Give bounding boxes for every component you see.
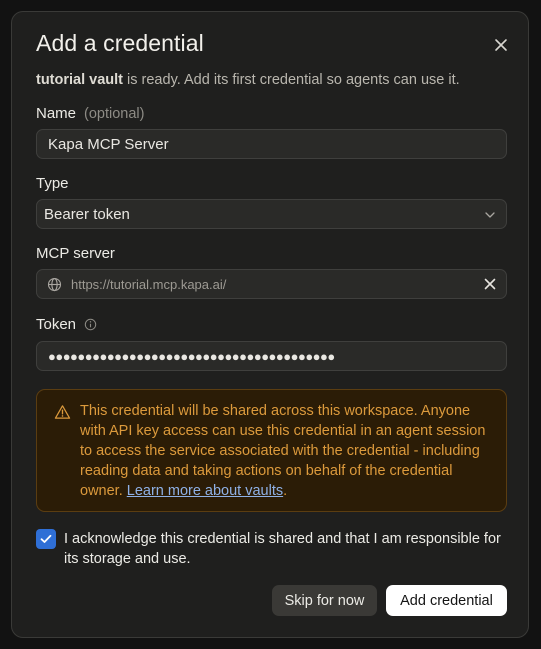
- token-masked-value: ●●●●●●●●●●●●●●●●●●●●●●●●●●●●●●●●●●●●●●●: [48, 348, 335, 364]
- learn-more-link[interactable]: Learn more about vaults: [127, 483, 283, 499]
- warning-text: This credential will be shared across th…: [80, 401, 498, 501]
- close-icon[interactable]: [490, 34, 512, 56]
- mcp-server-value: https://tutorial.mcp.kapa.ai/: [71, 276, 227, 292]
- clear-icon[interactable]: [483, 277, 497, 291]
- shared-credential-warning: This credential will be shared across th…: [36, 389, 507, 512]
- warning-suffix: .: [283, 483, 288, 499]
- info-icon[interactable]: [84, 318, 97, 331]
- name-label: Name: [36, 105, 77, 122]
- vault-name: tutorial vault: [36, 72, 124, 88]
- dialog-title: Add a credential: [36, 30, 204, 56]
- acknowledge-checkbox[interactable]: [36, 529, 56, 549]
- type-label: Type: [36, 175, 69, 192]
- optional-hint: (optional): [84, 105, 145, 122]
- token-input[interactable]: ●●●●●●●●●●●●●●●●●●●●●●●●●●●●●●●●●●●●●●●: [36, 341, 507, 371]
- name-label-row: Name (optional): [36, 105, 144, 122]
- chevron-down-icon: [484, 208, 496, 225]
- name-input[interactable]: Kapa MCP Server: [36, 129, 507, 159]
- subtitle-text: is ready. Add its first credential so ag…: [123, 72, 460, 88]
- type-select[interactable]: Bearer token: [36, 199, 507, 229]
- add-credential-button[interactable]: Add credential: [386, 585, 507, 616]
- acknowledge-text: I acknowledge this credential is shared …: [64, 531, 501, 567]
- mcp-server-label: MCP server: [36, 245, 115, 262]
- add-credential-dialog: Add a credential tutorial vault is ready…: [11, 11, 529, 638]
- mcp-server-input[interactable]: https://tutorial.mcp.kapa.ai/: [36, 269, 507, 299]
- name-input-value: Kapa MCP Server: [48, 135, 169, 153]
- mcp-label-row: MCP server: [36, 245, 115, 262]
- globe-icon: [47, 277, 62, 292]
- token-label-row: Token: [36, 316, 97, 333]
- type-label-row: Type: [36, 175, 69, 192]
- token-label: Token: [36, 316, 77, 333]
- skip-button[interactable]: Skip for now: [272, 585, 377, 616]
- type-select-value: Bearer token: [44, 205, 130, 223]
- warning-icon: [54, 404, 71, 425]
- dialog-subtitle: tutorial vault is ready. Add its first c…: [36, 72, 460, 88]
